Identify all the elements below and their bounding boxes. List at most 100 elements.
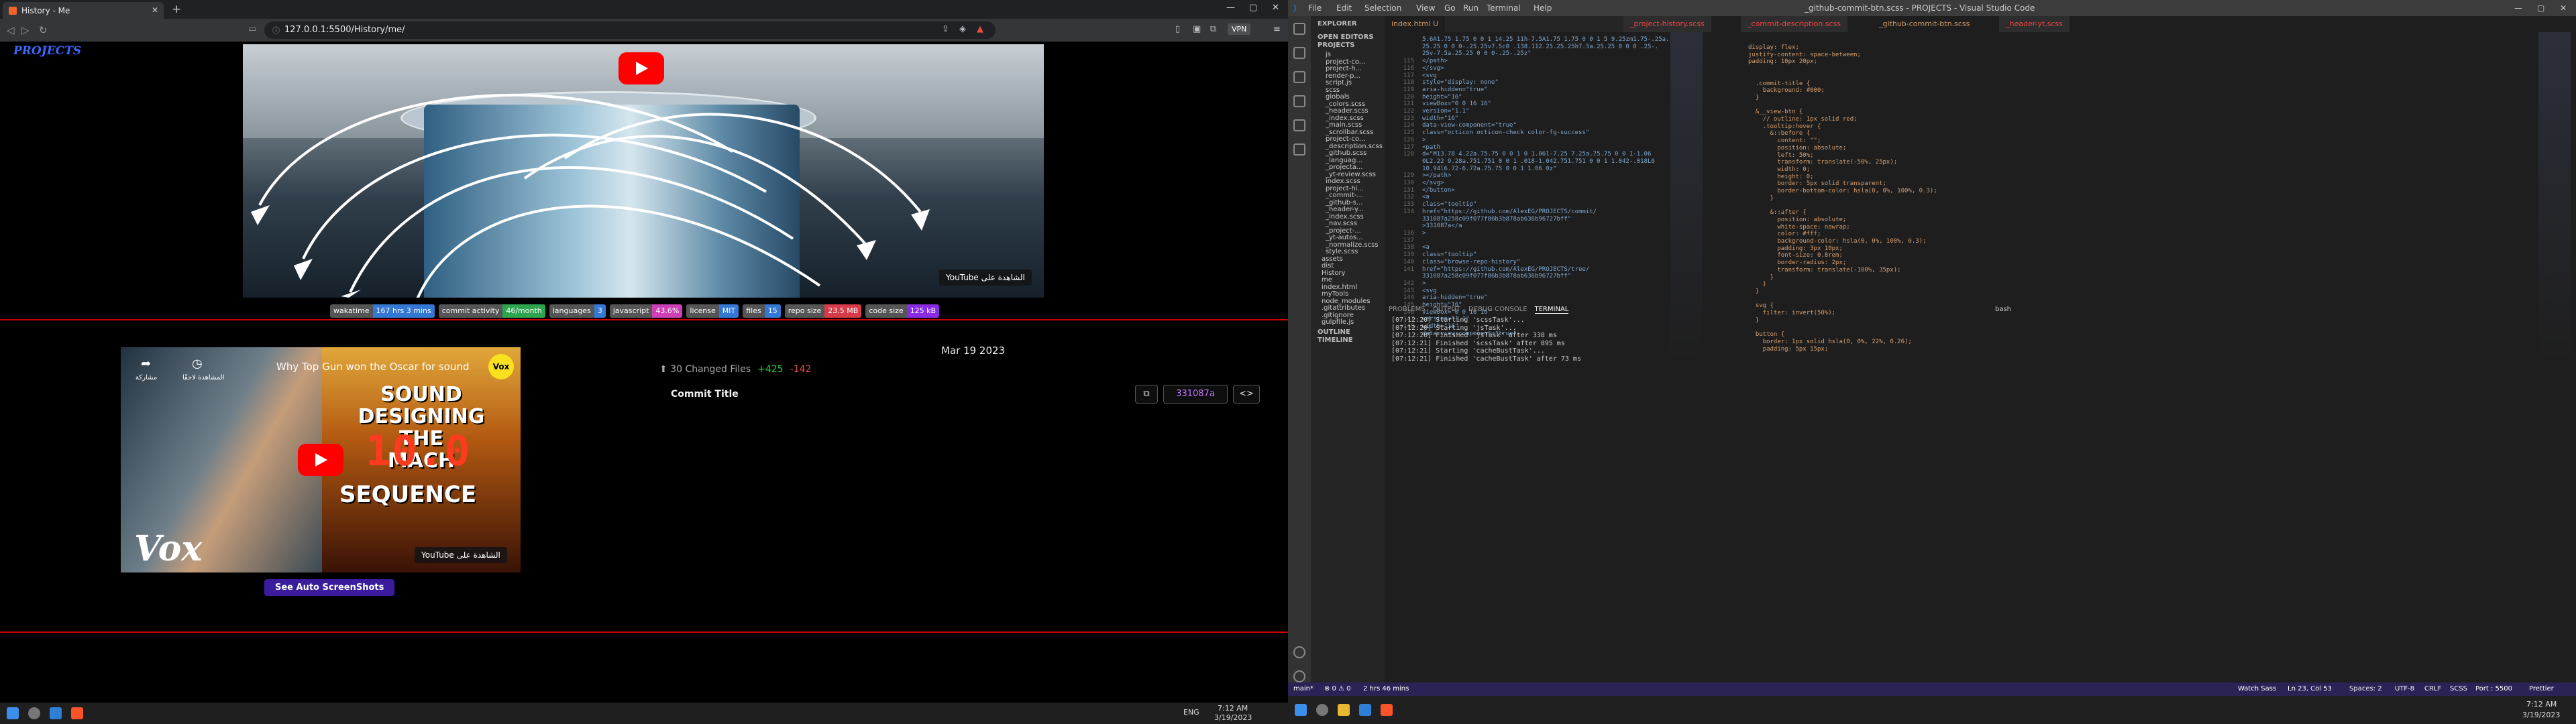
forward-icon[interactable]: ▷ (21, 24, 30, 36)
sidebar-file-item[interactable]: _header-y... (1326, 206, 1383, 213)
close-window-icon[interactable]: ✕ (1272, 3, 1279, 13)
menu-item-terminal[interactable]: Terminal (1487, 3, 1521, 13)
sidebar-file-item[interactable]: _colors.scss (1326, 101, 1383, 108)
sidebar-file-item[interactable]: _yt-autos... (1326, 234, 1383, 241)
share-icon[interactable]: ⇪ (942, 24, 949, 34)
clock-time[interactable]: 7:12 AM (1218, 704, 1248, 713)
run-debug-icon[interactable] (1293, 95, 1305, 107)
see-screenshots-button[interactable]: See Auto ScreenShots (264, 579, 395, 596)
clock-time[interactable]: 7:12 AM (2526, 700, 2557, 709)
status-item[interactable]: ⊗ 0 ⚠ 0 (1324, 685, 1351, 692)
sidebar-file-item[interactable]: globals (1326, 93, 1383, 101)
menu-item-selection[interactable]: Selection (1364, 3, 1401, 13)
remote-icon[interactable] (1293, 143, 1305, 156)
sidebar-file-item[interactable]: _nav.scss (1326, 220, 1383, 227)
sidebar-file-item[interactable]: _yt-review.scss (1326, 171, 1383, 178)
sidebar-file-item[interactable]: _github-s... (1326, 199, 1383, 206)
projects-section[interactable]: PROJECTS (1318, 42, 1354, 49)
search-icon[interactable] (1316, 704, 1328, 716)
share-icon[interactable]: ➦ (141, 357, 151, 371)
sidebar-file-item[interactable]: project-co... (1326, 135, 1383, 143)
sidebar-file-item[interactable]: _commit-... (1326, 192, 1383, 199)
video-title[interactable]: Why Top Gun won the Oscar for sound (276, 361, 470, 373)
tab-index-html[interactable]: index.html U (1385, 16, 1446, 32)
sidebar-file-item[interactable]: myTools (1322, 290, 1379, 298)
sidebar-file-item[interactable]: gulpfile.js (1322, 318, 1379, 326)
sidebar-file-item[interactable]: _languag... (1326, 157, 1383, 164)
status-item[interactable]: 2 hrs 46 mins (1363, 685, 1409, 692)
html-code[interactable]: 5.6A1.75 1.75 0 0 1 14.25 11h-7.5A1.75 1… (1422, 36, 1669, 338)
brave-shield-icon[interactable]: ◈ (959, 24, 966, 34)
windows-start-icon[interactable] (1295, 704, 1307, 716)
sidebar-file-item[interactable]: .gitignore (1322, 312, 1379, 319)
editor-tab[interactable]: _project-history.scss (1623, 16, 1711, 32)
minimize-icon[interactable]: — (2514, 3, 2522, 13)
close-icon[interactable]: ✕ (2560, 3, 2567, 13)
sidebar-file-item[interactable]: _index.scss (1326, 213, 1383, 221)
youtube-watch-on-button[interactable]: YouTube الشاهدة على (939, 269, 1032, 286)
extensions-icon[interactable]: ⧉ (1210, 24, 1216, 34)
minimize-icon[interactable]: — (1226, 3, 1235, 13)
copy-sha-button[interactable]: ⧉ (1135, 385, 1158, 404)
account-icon[interactable] (1293, 646, 1305, 658)
vscode-taskbar-icon[interactable] (1359, 704, 1371, 716)
status-item[interactable]: Ln 23, Col 53 (2288, 685, 2332, 692)
sidebar-file-item[interactable]: _header.scss (1326, 107, 1383, 115)
sidebar-file-item[interactable]: _main.scss (1326, 121, 1383, 129)
sidebar-file-item[interactable]: History (1322, 269, 1379, 277)
panel-tab[interactable]: TERMINAL (1534, 306, 1569, 314)
youtube-watch-on-button[interactable]: YouTube الشاهدة على (415, 547, 507, 563)
menu-item-help[interactable]: Help (1534, 3, 1552, 13)
maximize-icon[interactable]: ▢ (1249, 3, 1257, 13)
sidebar-file-item[interactable]: _scrollbar.scss (1326, 129, 1383, 136)
sidebar-file-item[interactable]: index.html (1322, 284, 1379, 291)
sidebar-file-item[interactable]: .gitattributes (1322, 304, 1379, 312)
address-bar[interactable]: ⓘ 127.0.0.1:5500/History/me/ (264, 21, 996, 39)
menu-item-file[interactable]: File (1308, 3, 1322, 13)
sidebar-file-item[interactable]: project-h... (1326, 65, 1383, 72)
sidebar-icon[interactable]: ▯ (1175, 24, 1180, 34)
back-icon[interactable]: ◁ (7, 24, 15, 36)
editor-tab[interactable]: _github-commit-btn.scss (1872, 16, 1977, 32)
sidebar-file-item[interactable]: scss (1326, 86, 1383, 94)
terminal-shell[interactable]: bash (1995, 306, 2011, 313)
terminal-output[interactable]: [07:12:20] Starting 'scssTask'... [07:12… (1391, 316, 1581, 363)
source-control-icon[interactable] (1293, 71, 1305, 83)
sidebar-file-item[interactable]: style.scss (1326, 248, 1383, 255)
gear-icon[interactable] (1293, 670, 1305, 682)
hero-video[interactable]: YouTube الشاهدة على (243, 44, 1044, 298)
sidebar-file-item[interactable]: script.js (1326, 79, 1383, 86)
sidebar-file-item[interactable]: js (1326, 51, 1383, 58)
maximize-icon[interactable]: ▢ (2537, 3, 2544, 13)
site-brand[interactable]: PROJECTS (13, 44, 81, 58)
status-item[interactable]: UTF-8 (2395, 685, 2414, 692)
brave-rewards-icon[interactable]: ▲ (977, 24, 983, 34)
menu-item-run[interactable]: Run (1463, 3, 1479, 13)
sidebar-file-item[interactable]: _github.scss (1326, 149, 1383, 157)
extensions-icon[interactable] (1293, 119, 1305, 131)
vscode-taskbar-icon[interactable] (50, 707, 62, 719)
new-tab-icon[interactable]: + (172, 3, 181, 16)
bookmark-icon[interactable]: ▭ (248, 24, 256, 34)
sidebar-file-item[interactable]: node_modules (1322, 298, 1379, 305)
browse-repo-button[interactable]: <> (1233, 385, 1260, 404)
sidebar-file-item[interactable]: _description.scss (1326, 143, 1383, 150)
status-item[interactable]: Prettier (2529, 685, 2554, 692)
status-item[interactable]: Port : 5500 (2475, 685, 2512, 692)
menu-item-view[interactable]: View (1416, 3, 1435, 13)
brave-taskbar-icon[interactable] (71, 707, 83, 719)
timeline-section[interactable]: TIMELINE (1318, 337, 1353, 344)
file-explorer-icon[interactable] (1338, 704, 1350, 716)
menu-item-go[interactable]: Go (1444, 3, 1456, 13)
panel-tab[interactable]: PROBLEMS (1389, 306, 1426, 313)
wallet-icon[interactable]: ▣ (1193, 24, 1201, 34)
reload-icon[interactable]: ↻ (39, 24, 48, 36)
panel-tab[interactable]: DEBUG CONSOLE (1468, 306, 1527, 313)
sidebar-file-item[interactable]: project-hi... (1326, 185, 1383, 192)
close-icon[interactable]: ✕ (152, 5, 158, 15)
status-item[interactable]: Watch Sass (2238, 685, 2276, 692)
youtube-play-icon[interactable] (298, 444, 343, 476)
sidebar-file-item[interactable]: dist (1322, 262, 1379, 269)
status-item[interactable]: CRLF (2424, 685, 2441, 692)
clock-date[interactable]: 3/19/2023 (2522, 711, 2560, 719)
